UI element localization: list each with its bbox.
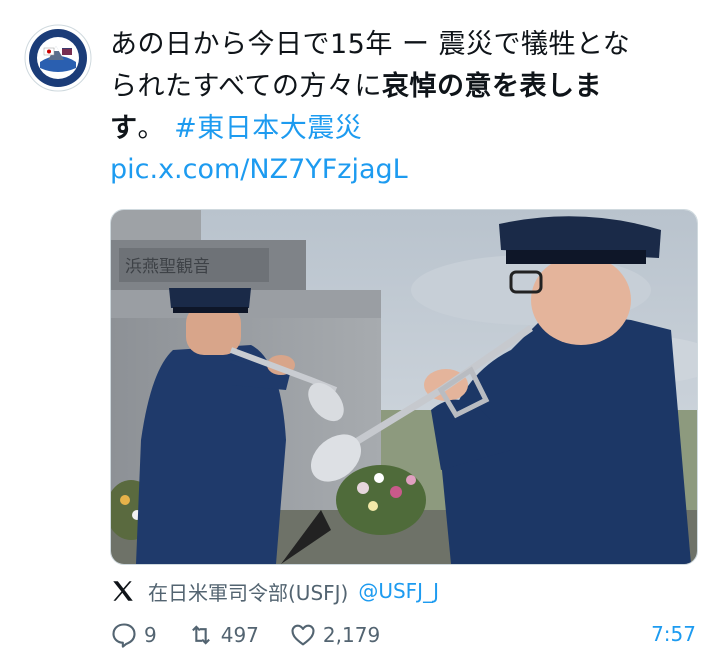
- post-media-image[interactable]: 浜燕聖観音: [110, 209, 698, 565]
- post-timestamp[interactable]: 7:57: [651, 622, 696, 646]
- source-handle[interactable]: @USFJ_J: [358, 579, 439, 603]
- account-avatar[interactable]: [24, 24, 92, 92]
- post-text-bold: 哀悼の意を表しま: [382, 71, 603, 102]
- repost-icon: [191, 625, 210, 645]
- memorial-trumpeters-photo: 浜燕聖観音: [111, 210, 697, 564]
- post-text-bold-end: す: [110, 113, 138, 144]
- repost-count: 497: [220, 623, 259, 647]
- reply-button[interactable]: 9: [110, 621, 157, 649]
- post-text-plain: られたすべての方々に: [110, 71, 383, 102]
- post-text-line-2: られたすべての方々に哀悼の意を表しま: [110, 66, 690, 108]
- quoted-source: 在日米軍司令部(USFJ) @USFJ_J: [110, 576, 439, 606]
- reply-icon: [112, 623, 136, 648]
- media-link[interactable]: pic.x.com/NZ7YFzjagL: [110, 150, 408, 190]
- post-actions: 9 497 2,179 7:57: [110, 618, 696, 652]
- like-button[interactable]: 2,179: [289, 621, 380, 649]
- svg-text:浜燕聖観音: 浜燕聖観音: [125, 257, 210, 277]
- source-account-name[interactable]: 在日米軍司令部(USFJ): [148, 577, 348, 606]
- like-count: 2,179: [322, 623, 381, 647]
- hashtag-link[interactable]: #東日本大震災: [174, 113, 362, 144]
- heart-icon: [291, 624, 315, 646]
- usfj-seal-icon: [24, 24, 92, 92]
- x-logo-icon: [113, 581, 133, 601]
- post-text-line-1: あの日から今日で15年 ー 震災で犠牲とな: [110, 29, 631, 60]
- post-text-punct: 。: [137, 113, 175, 144]
- reply-count: 9: [144, 623, 157, 647]
- repost-button[interactable]: 497: [187, 621, 259, 649]
- post-text: あの日から今日で15年 ー 震災で犠牲とな られたすべての方々に哀悼の意を表しま…: [110, 24, 690, 150]
- post-text-line-3: す。 #東日本大震災: [110, 108, 690, 150]
